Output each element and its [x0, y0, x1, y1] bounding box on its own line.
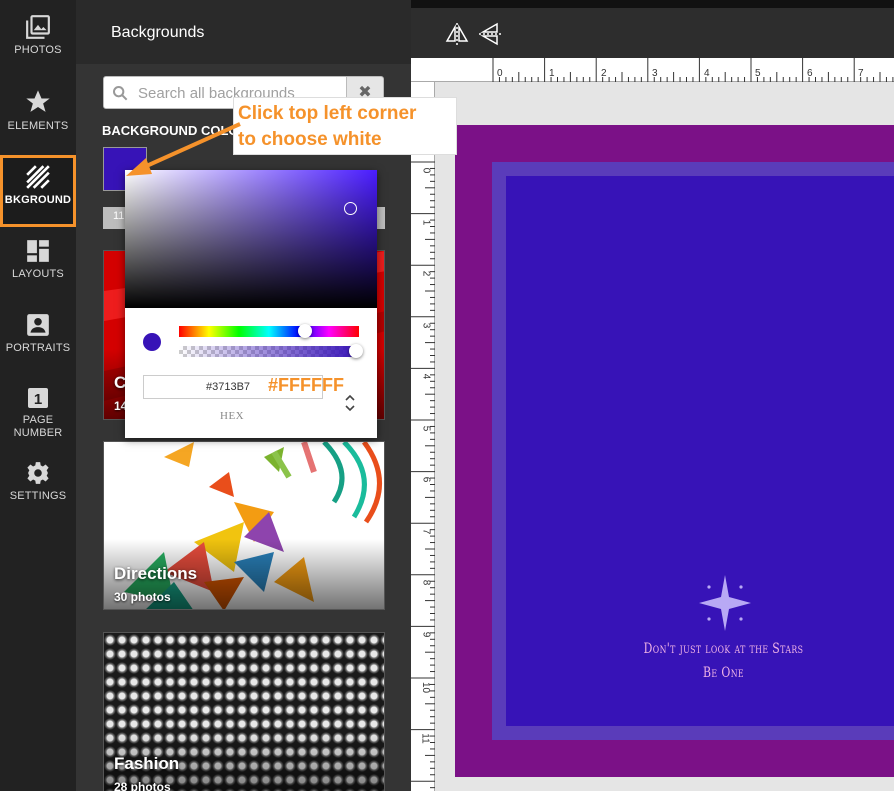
ruler-number: 1: [549, 68, 555, 79]
sidebar-label-photos: PHOTOS: [14, 44, 62, 56]
card-count-fashion: 28 photos: [114, 780, 171, 791]
sidebar-label-settings: SETTINGS: [9, 490, 67, 502]
alpha-slider-handle[interactable]: [349, 344, 363, 358]
color-picker-popup: #3713B7 #FFFFFF HEX: [125, 170, 377, 438]
ruler-number: 7: [420, 528, 432, 535]
ruler-number: 0: [420, 167, 432, 174]
stripes-icon: [26, 165, 50, 189]
canvas-toolbar: [411, 8, 894, 58]
quote-line-1[interactable]: Don't just look at the Stars: [554, 641, 893, 657]
callout-arrow-icon: [126, 122, 241, 176]
ruler-number: 6: [807, 68, 813, 79]
sidebar-item-elements[interactable]: ELEMENTS: [0, 88, 76, 162]
sidebar-item-background[interactable]: BKGROUND: [0, 155, 76, 227]
hue-slider[interactable]: [179, 326, 359, 337]
hue-slider-handle[interactable]: [298, 324, 312, 338]
sidebar-item-layouts[interactable]: LAYOUTS: [0, 238, 76, 312]
sidebar-item-portraits[interactable]: PORTRAITS: [0, 312, 76, 386]
ruler-number: 5: [755, 68, 761, 79]
page-number-icon: 1: [28, 388, 48, 408]
callout-line-1: Click top left corner: [238, 103, 417, 124]
tutorial-callout: Click top left corner to choose white: [233, 97, 457, 155]
page-frame: Don't just look at the Stars Be One: [492, 162, 894, 740]
hex-label: HEX: [220, 410, 245, 422]
ruler-number: 0: [497, 68, 503, 79]
design-page[interactable]: Don't just look at the Stars Be One: [455, 125, 894, 777]
search-icon: [113, 86, 128, 101]
card-name-fashion: Fashion: [114, 754, 180, 773]
ruler-horizontal: 0 1 2 3 4 5 6 7: [411, 58, 894, 82]
ruler-number: 5: [420, 425, 432, 432]
ruler-number: 10: [420, 681, 432, 694]
quote-line-2[interactable]: Be One: [554, 665, 893, 681]
collapsed-strip-text: 11: [113, 210, 125, 222]
sidebar-label-portraits: PORTRAITS: [5, 342, 71, 354]
flip-vertical-icon[interactable]: [478, 22, 502, 46]
gear-icon: [27, 462, 49, 484]
card-count-directions: 30 photos: [114, 590, 171, 604]
ruler-number: 7: [858, 68, 864, 79]
sidebar-item-photos[interactable]: PHOTOS: [0, 14, 76, 88]
format-toggle-icon[interactable]: [343, 392, 357, 414]
star-icon: [26, 90, 50, 112]
background-category-card-fashion[interactable]: Fashion 28 photos: [103, 632, 385, 791]
sidebar-label-layouts: LAYOUTS: [12, 268, 64, 280]
top-bar: [411, 0, 894, 8]
ruler-number: 4: [420, 373, 432, 380]
ruler-number: 2: [420, 270, 432, 277]
ruler-number: 6: [420, 476, 432, 483]
sidebar-label-page-number: PAGE NUMBER: [13, 414, 63, 439]
flip-horizontal-icon[interactable]: [445, 22, 469, 46]
sparkle-star-icon[interactable]: [695, 573, 755, 633]
background-category-card-directions[interactable]: Directions 30 photos: [103, 441, 385, 610]
ruler-number: 9: [420, 631, 432, 638]
panel-title: Backgrounds: [111, 24, 205, 41]
portrait-icon: [27, 314, 49, 336]
layout-icon: [27, 240, 49, 262]
alpha-slider[interactable]: [179, 346, 359, 357]
ruler-number: 1: [420, 219, 432, 226]
sidebar-label-background: BKGROUND: [4, 194, 72, 206]
ruler-number: 3: [420, 322, 432, 329]
saturation-value-area[interactable]: [125, 170, 377, 308]
ruler-number: 4: [704, 68, 710, 79]
sidebar-label-elements: ELEMENTS: [7, 120, 69, 132]
ruler-number: 2: [601, 68, 607, 79]
ruler-number: 8: [420, 579, 432, 586]
saturation-value-handle[interactable]: [344, 202, 357, 215]
callout-line-2: to choose white: [238, 129, 382, 150]
page-inner-panel[interactable]: Don't just look at the Stars Be One: [506, 176, 894, 726]
ruler-vertical: 0 1 2 3 4 5 6 7 8 9 10 11: [411, 82, 435, 791]
hex-annotation: #FFFFFF: [268, 375, 344, 395]
sidebar-item-page-number[interactable]: 1 PAGE NUMBER: [0, 386, 76, 450]
tool-sidebar: PHOTOS ELEMENTS BKGROUND LAYOUTS PORTRAI…: [0, 0, 76, 791]
panel-header: Backgrounds: [76, 0, 411, 64]
color-preview-dot: [143, 333, 161, 351]
page-number-badge: 1: [34, 391, 42, 408]
card-name-directions: Directions: [114, 564, 198, 583]
sidebar-item-settings[interactable]: SETTINGS: [0, 460, 76, 534]
ruler-number: 3: [652, 68, 658, 79]
ruler-number: 11: [419, 733, 431, 744]
photos-icon: [26, 15, 50, 39]
canvas-area: 0 1 2 3 4 5 6 7 0 1 2 3 4 5 6 7 8 9 10 1…: [411, 0, 894, 791]
